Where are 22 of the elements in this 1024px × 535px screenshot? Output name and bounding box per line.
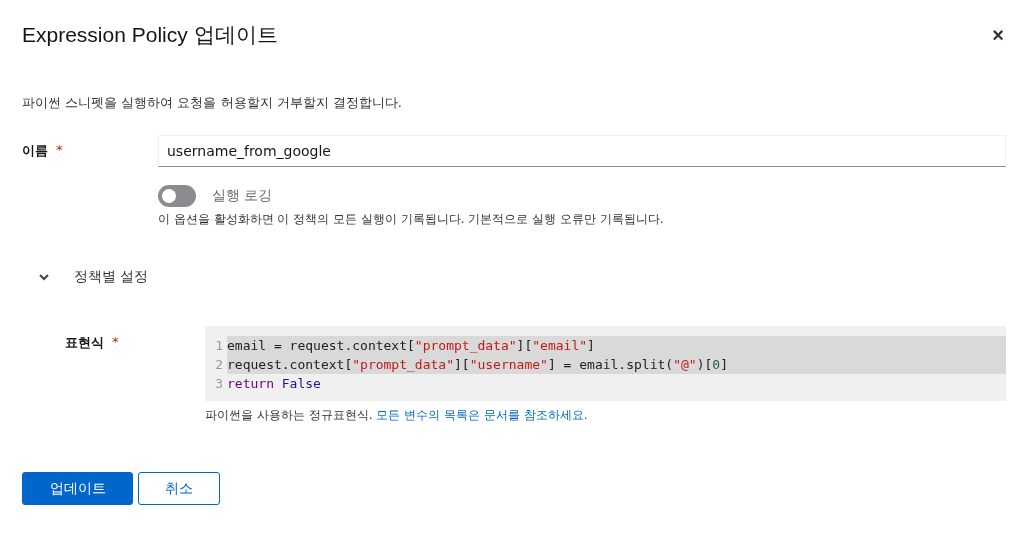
logging-toggle[interactable] bbox=[158, 185, 196, 207]
toggle-label: 실행 로깅 bbox=[212, 187, 273, 205]
required-mark: * bbox=[56, 142, 63, 159]
description-text: 파이썬 스니펫을 실행하여 요청을 허용할지 거부할지 결정합니다. bbox=[22, 94, 403, 112]
toggle-help-text: 이 옵션을 활성화하면 이 정책의 모든 실행이 기록됩니다. 기본적으로 실행 오류만 기록됩니다. bbox=[158, 211, 664, 228]
line-number: 2 bbox=[214, 356, 224, 374]
close-button[interactable]: × bbox=[990, 23, 1006, 47]
required-mark: * bbox=[112, 334, 119, 351]
update-button[interactable]: 업데이트 bbox=[22, 472, 133, 505]
section-toggle[interactable]: 정책별 설정 bbox=[74, 268, 149, 286]
field-label: 이름 bbox=[22, 142, 48, 160]
line-number: 1 bbox=[214, 337, 224, 355]
dialog-title: Expression Policy 업데이트 bbox=[22, 22, 278, 48]
code-line: return False bbox=[227, 375, 321, 393]
cancel-button[interactable]: 취소 bbox=[138, 472, 220, 505]
field-label: 표현식 bbox=[65, 334, 104, 352]
line-number: 3 bbox=[214, 375, 224, 393]
code-editor[interactable]: 1 email = request.context["prompt_data"]["email"] 2 request.context["prompt_data"]["username"] = email.split("@")[0] 3 return False bbox=[205, 326, 1006, 401]
docs-link[interactable]: 모든 변수의 목록은 문서를 참조하세요. bbox=[376, 407, 588, 424]
name-input-field[interactable]: username_from_google bbox=[158, 135, 1006, 167]
expression-help-text: 파이썬을 사용하는 정규표현식. bbox=[205, 407, 373, 424]
chevron-down-icon[interactable] bbox=[38, 271, 50, 283]
